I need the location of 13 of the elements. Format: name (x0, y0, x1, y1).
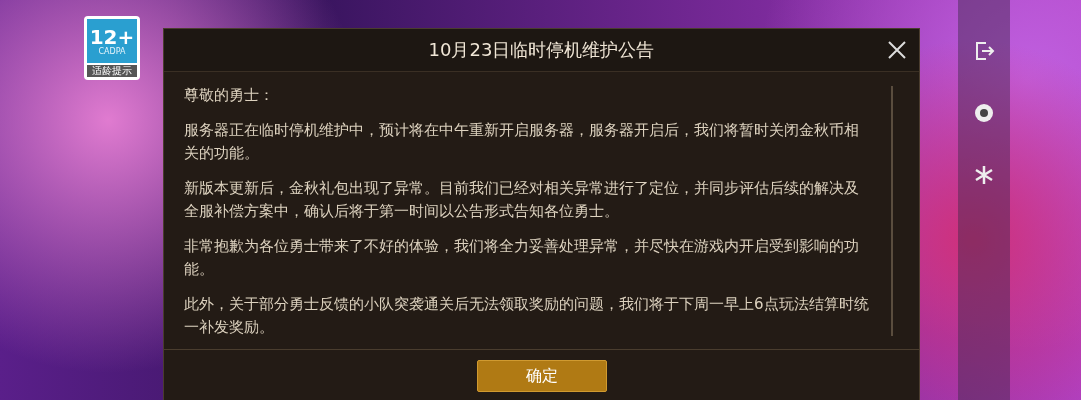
notice-paragraph: 尊敬的勇士： (184, 85, 275, 106)
age-rating: 12+ (89, 26, 135, 47)
notice-paragraph: 新版本更新后，金秋礼包出现了异常。目前我们已经对相关异常进行了定位，并同步评估后续的解决及全服补偿方案中，确认后将于第一时间以公告形式告知各位勇士。 (184, 178, 860, 222)
dialog-title: 10月23日临时停机维护公告 (428, 38, 655, 62)
notice-paragraph: 非常抱歉为各位勇士带来了不好的体验，我们将全力妥善处理异常，并尽快在游戏内开启受到影响的功能。 (184, 236, 860, 280)
asterisk-icon[interactable] (973, 164, 995, 186)
exit-icon[interactable] (973, 40, 995, 62)
rating-caption: 适龄提示 (87, 65, 137, 77)
notice-paragraph: 服务器正在临时停机维护中，预计将在中午重新开启服务器，服务器开启后，我们将暂时关闭金秋币相关的功能。 (184, 120, 860, 164)
notice-paragraph: 此外，关于部分勇士反馈的小队突袭通关后无法领取奖励的问题，我们将于下周一早上6点玩法结算时统一补发奖励。 (184, 294, 869, 338)
eye-icon[interactable] (973, 102, 995, 124)
rating-org: CADPA (98, 46, 126, 56)
confirm-button[interactable]: 确定 (476, 360, 607, 392)
